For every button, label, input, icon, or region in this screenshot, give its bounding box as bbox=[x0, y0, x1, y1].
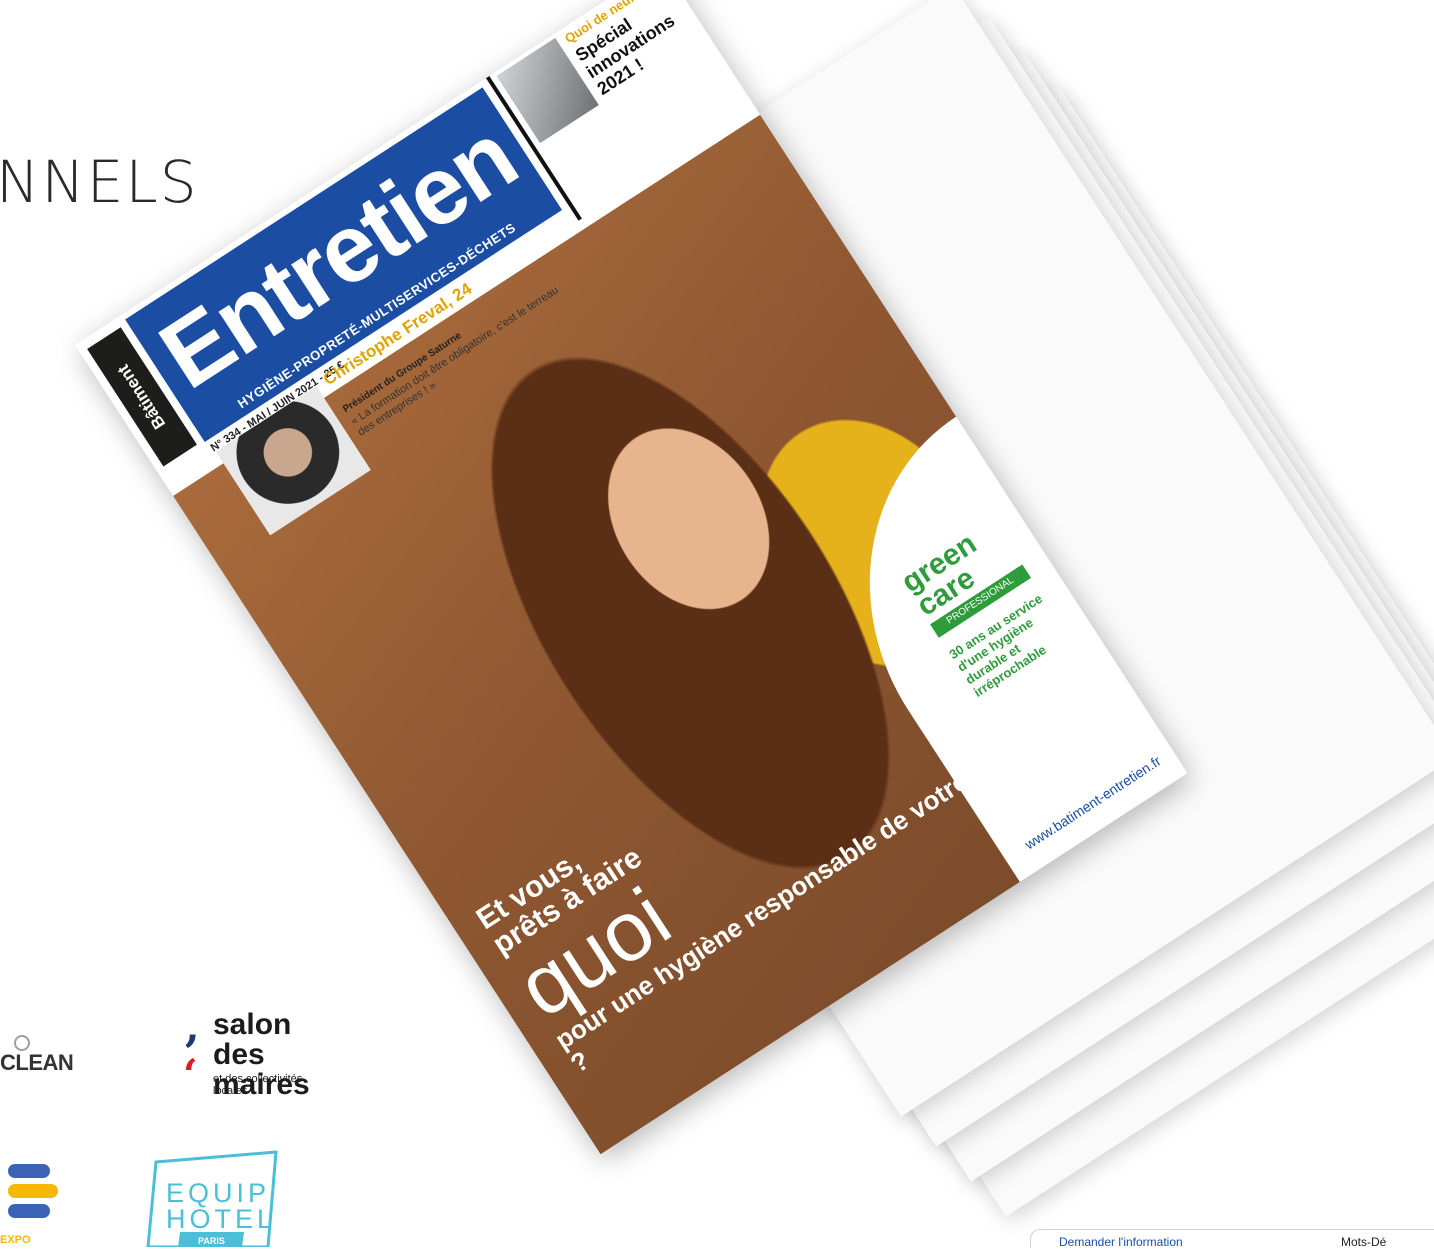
tagline-line1: Et vous, bbox=[470, 844, 587, 937]
equip-hotel-line1: EQUIP bbox=[166, 1178, 271, 1208]
green-care-ad: green care PROFESSIONAL 30 ans au servic… bbox=[896, 503, 1049, 700]
person-name: Christophe Freval, 24 bbox=[319, 279, 476, 390]
green-care-claim: 30 ans au service d'une hygiène durable … bbox=[946, 590, 1049, 700]
stack-sheet-3 bbox=[435, 15, 1434, 1147]
quote-mark-blue: , bbox=[185, 1002, 200, 1051]
cover-masthead: Bâtiment Entretien HYGIÈNE-PROPRETÉ-MULT… bbox=[75, 0, 758, 492]
masthead-subtitle: HYGIÈNE-PROPRETÉ-MULTISERVICES-DÉCHETS bbox=[191, 189, 563, 442]
green-care-professional: PROFESSIONAL bbox=[930, 564, 1032, 638]
clean-logo[interactable]: CLEAN bbox=[0, 1035, 110, 1075]
cover-url: www.batiment-entretien.fr bbox=[1021, 752, 1164, 853]
innovations-title: Spécial innovations 2021 ! bbox=[571, 10, 679, 99]
cover-tagline: Et vous, prêts à faire quoi pour une hyg… bbox=[470, 542, 1147, 1079]
innovations-teaser: Quoi de neuf ? 16 Spécial innovations 20… bbox=[496, 0, 738, 202]
issue-info: N° 334 - MAI / JUIN 2021 - 25 € bbox=[208, 358, 347, 455]
masthead-batiment: Bâtiment bbox=[87, 327, 197, 467]
page-heading: NNELS bbox=[0, 148, 199, 216]
expo-bar-blue-2 bbox=[8, 1204, 50, 1218]
tagline-quoi: quoi bbox=[501, 869, 687, 1036]
expo-logo[interactable]: EXPO bbox=[0, 1158, 70, 1247]
masthead-rule bbox=[485, 75, 582, 221]
stack-sheet-4 bbox=[400, 0, 1434, 1117]
stack-sheet-1 bbox=[505, 85, 1434, 1217]
expo-bar-yellow bbox=[8, 1184, 58, 1198]
tagline-line3: pour une hygiène responsable de votre ét… bbox=[549, 667, 1125, 1079]
equip-hotel-line2: HOTEL bbox=[166, 1204, 277, 1234]
innovations-kicker: Quoi de neuf ? 16 bbox=[561, 0, 662, 47]
info-request-tab[interactable]: Demander l'information Mots-Dé bbox=[1030, 1229, 1434, 1249]
expo-bar-blue bbox=[8, 1164, 50, 1178]
person-role: Président du Groupe Saturne bbox=[341, 330, 464, 416]
masthead-title: Entretien bbox=[125, 87, 552, 426]
equip-hotel-line3: PARIS bbox=[198, 1236, 225, 1246]
cover-photo bbox=[173, 114, 1188, 1155]
equip-hotel-logo[interactable]: EQUIP HOTEL PARIS bbox=[140, 1150, 280, 1247]
magazine-cover[interactable]: Bâtiment Entretien HYGIÈNE-PROPRETÉ-MULT… bbox=[75, 0, 1188, 1155]
tagline-line2: prêts à faire bbox=[487, 840, 648, 962]
clean-logo-text: CLEAN bbox=[0, 1050, 74, 1075]
person-quote: « La formation doit être obligatoire, c'… bbox=[348, 284, 561, 439]
clean-logo-ring bbox=[14, 1035, 30, 1051]
interview-teaser: Christophe Freval, 24 Président du Group… bbox=[215, 211, 637, 536]
machine-thumbnail bbox=[496, 37, 599, 144]
salon-logo-line1: salon bbox=[213, 1008, 292, 1041]
salon-des-maires-logo[interactable]: , salon ‘ des maires et des collectivité… bbox=[175, 1002, 335, 1110]
quote-mark-red: ‘ bbox=[183, 1050, 198, 1099]
cover-white-curve bbox=[788, 383, 1188, 895]
person-photo bbox=[215, 386, 371, 536]
expo-logo-text: EXPO bbox=[0, 1234, 31, 1246]
salon-logo-line3: et des collectivités locales bbox=[213, 1073, 303, 1097]
green-care-logo: green care bbox=[895, 527, 983, 623]
stack-sheet-2 bbox=[470, 50, 1434, 1182]
